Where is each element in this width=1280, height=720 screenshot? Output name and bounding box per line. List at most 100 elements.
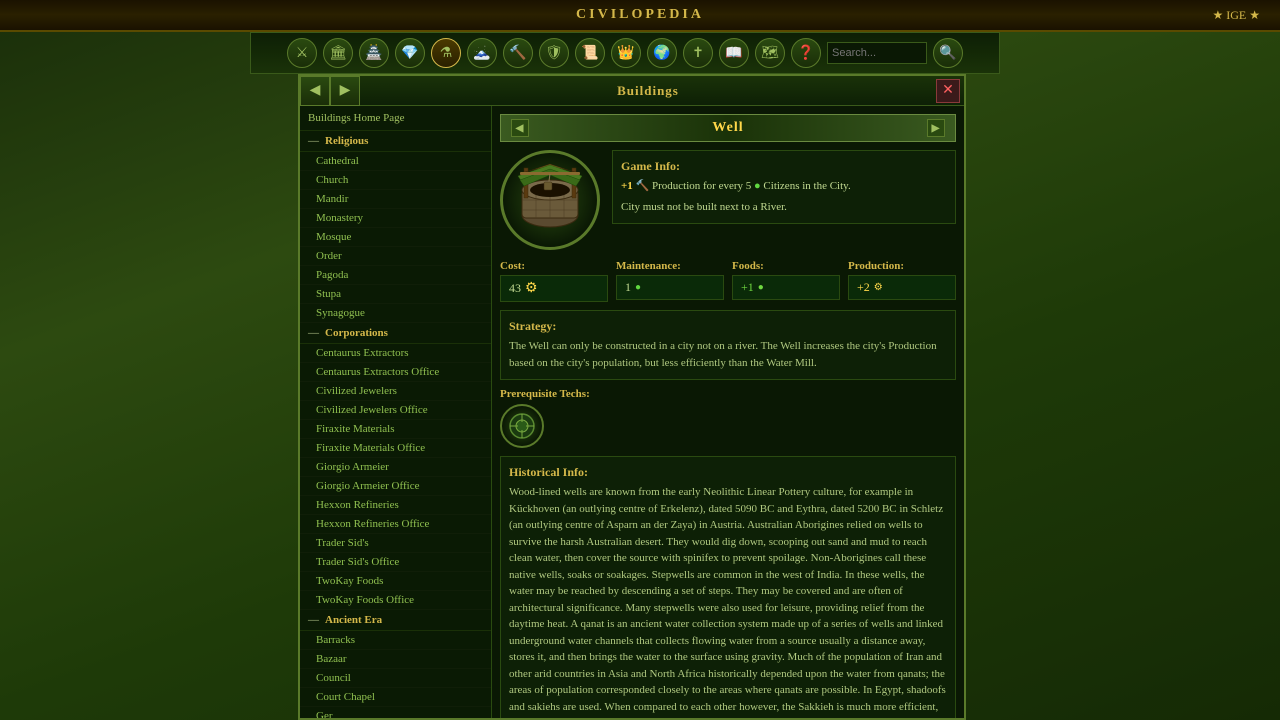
icon-religion[interactable]: ✝ [683, 38, 713, 68]
nav-back-button[interactable]: ◀ [300, 76, 330, 106]
icon-promotions[interactable]: 🛡 [539, 38, 569, 68]
food-icon: ● [758, 282, 764, 293]
nav-forward-button[interactable]: ▶ [330, 76, 360, 106]
sidebar-item-twokay-foods-office[interactable]: TwoKay Foods Office [300, 591, 491, 610]
game-info-line1: +1 🔨 Production for every 5 ● Citizens i… [621, 178, 947, 195]
sidebar-home-link[interactable]: Buildings Home Page [300, 106, 491, 131]
maintenance-label: Maintenance: [616, 260, 724, 272]
icon-resources[interactable]: 💎 [395, 38, 425, 68]
sidebar-item-giorgio-armeier[interactable]: Giorgio Armeier [300, 458, 491, 477]
building-title-bar: ◀ Well ▶ [500, 114, 956, 142]
sidebar-item-church[interactable]: Church [300, 171, 491, 190]
production-box: Production: +2 ⚙ [848, 260, 956, 302]
search-input[interactable] [827, 42, 927, 64]
cost-value: 43 ⚙ [500, 275, 608, 302]
sidebar-item-centaurus-extractors-office[interactable]: Centaurus Extractors Office [300, 363, 491, 382]
content-nav-left[interactable]: ◀ [511, 119, 529, 137]
icon-tech[interactable]: ⚗ [431, 38, 461, 68]
sidebar-item-civilized-jewelers-office[interactable]: Civilized Jewelers Office [300, 401, 491, 420]
sidebar-item-bazaar[interactable]: Bazaar [300, 650, 491, 669]
icon-leaders[interactable]: 👑 [611, 38, 641, 68]
building-portrait [500, 150, 600, 250]
sidebar-item-centaurus-extractors[interactable]: Centaurus Extractors [300, 344, 491, 363]
sidebar-item-order[interactable]: Order [300, 247, 491, 266]
icon-wonders[interactable]: 🏯 [359, 38, 389, 68]
panel-tab-buildings[interactable]: Buildings [360, 83, 936, 99]
sidebar-item-monastery[interactable]: Monastery [300, 209, 491, 228]
prereq-section: Prerequisite Techs: [500, 388, 956, 448]
cost-box: Cost: 43 ⚙ [500, 260, 608, 302]
sidebar-category-ancient-era: Ancient Era [300, 610, 491, 631]
prereq-tech-svg [506, 410, 538, 442]
historical-text: Wood-lined wells are known from the earl… [509, 484, 947, 718]
top-bar: CIVILOPEDIA ★ IGE ★ [0, 0, 1280, 32]
game-info-label: Game Info: [621, 159, 947, 174]
well-illustration [510, 160, 590, 240]
icon-tutorials[interactable]: ❓ [791, 38, 821, 68]
app-title: CIVILOPEDIA [576, 7, 704, 23]
sidebar-item-hexxon-refineries-office[interactable]: Hexxon Refineries Office [300, 515, 491, 534]
sidebar-category-religious: Religious [300, 131, 491, 152]
sidebar-item-trader-sids-office[interactable]: Trader Sid's Office [300, 553, 491, 572]
civilopedia-panel: ◀ ▶ Buildings ✕ Buildings Home Page Reli… [298, 74, 966, 720]
icon-terrain[interactable]: 🗻 [467, 38, 497, 68]
sidebar-item-cathedral[interactable]: Cathedral [300, 152, 491, 171]
food-label: Foods: [732, 260, 840, 272]
sidebar-item-mandir[interactable]: Mandir [300, 190, 491, 209]
sidebar-item-firaxite-materials-office[interactable]: Firaxite Materials Office [300, 439, 491, 458]
content-area: ◀ Well ▶ [492, 106, 964, 718]
production-value: +2 ⚙ [848, 275, 956, 300]
sidebar-item-hexxon-refineries[interactable]: Hexxon Refineries [300, 496, 491, 515]
sidebar-item-pagoda[interactable]: Pagoda [300, 266, 491, 285]
prereq-tech-icon[interactable] [500, 404, 544, 448]
icon-policies[interactable]: 📜 [575, 38, 605, 68]
icon-units[interactable]: ⚔ [287, 38, 317, 68]
building-name: Well [712, 120, 743, 136]
historical-box: Historical Info: Wood-lined wells are kn… [500, 456, 956, 718]
strategy-label: Strategy: [509, 319, 947, 334]
food-box: Foods: +1 ● [732, 260, 840, 302]
content-nav-right[interactable]: ▶ [927, 119, 945, 137]
sidebar-item-council[interactable]: Council [300, 669, 491, 688]
cost-label: Cost: [500, 260, 608, 272]
production-icon: ⚙ [874, 282, 883, 293]
info-panel: Game Info: +1 🔨 Production for every 5 ●… [612, 150, 956, 224]
game-info-line2: City must not be built next to a River. [621, 199, 947, 216]
sidebar-item-synagogue[interactable]: Synagogue [300, 304, 491, 323]
stats-section: Cost: 43 ⚙ Maintenance: 1 ● Foods: [500, 260, 956, 302]
sidebar-item-giorgio-armeier-office[interactable]: Giorgio Armeier Office [300, 477, 491, 496]
sidebar: Buildings Home Page Religious Cathedral … [300, 106, 492, 718]
maintenance-coin-icon: ● [635, 282, 641, 293]
historical-label: Historical Info: [509, 465, 947, 480]
strategy-box: Strategy: The Well can only be construct… [500, 310, 956, 380]
panel-close-button[interactable]: ✕ [936, 79, 960, 103]
category-icons-bar: ⚔ 🏛 🏯 💎 ⚗ 🗻 🔨 🛡 📜 👑 🌍 ✝ 📖 🗺 ❓ 🔍 [250, 32, 1000, 74]
sidebar-item-firaxite-materials[interactable]: Firaxite Materials [300, 420, 491, 439]
icon-buildings[interactable]: 🏛 [323, 38, 353, 68]
strategy-text: The Well can only be constructed in a ci… [509, 338, 947, 371]
panel-header: ◀ ▶ Buildings ✕ [300, 76, 964, 106]
maintenance-value: 1 ● [616, 275, 724, 300]
maintenance-box: Maintenance: 1 ● [616, 260, 724, 302]
panel-body: Buildings Home Page Religious Cathedral … [300, 106, 964, 718]
sidebar-item-barracks[interactable]: Barracks [300, 631, 491, 650]
game-info-box: Game Info: +1 🔨 Production for every 5 ●… [612, 150, 956, 224]
sidebar-item-mosque[interactable]: Mosque [300, 228, 491, 247]
icon-improvements[interactable]: 🔨 [503, 38, 533, 68]
search-button[interactable]: 🔍 [933, 38, 963, 68]
sidebar-item-civilized-jewelers[interactable]: Civilized Jewelers [300, 382, 491, 401]
sidebar-item-twokay-foods[interactable]: TwoKay Foods [300, 572, 491, 591]
cost-coin-icon: ⚙ [525, 280, 538, 297]
content-header: Game Info: +1 🔨 Production for every 5 ●… [500, 150, 956, 250]
icon-concepts[interactable]: 📖 [719, 38, 749, 68]
sidebar-item-stupa[interactable]: Stupa [300, 285, 491, 304]
sidebar-item-court-chapel[interactable]: Court Chapel [300, 688, 491, 707]
production-label: Production: [848, 260, 956, 272]
prereq-label: Prerequisite Techs: [500, 388, 956, 400]
icon-scenarios[interactable]: 🗺 [755, 38, 785, 68]
sidebar-item-ger[interactable]: Ger [300, 707, 491, 718]
icon-civilizations[interactable]: 🌍 [647, 38, 677, 68]
food-value: +1 ● [732, 275, 840, 300]
ige-badge: ★ IGE ★ [1212, 8, 1260, 23]
sidebar-item-trader-sids[interactable]: Trader Sid's [300, 534, 491, 553]
